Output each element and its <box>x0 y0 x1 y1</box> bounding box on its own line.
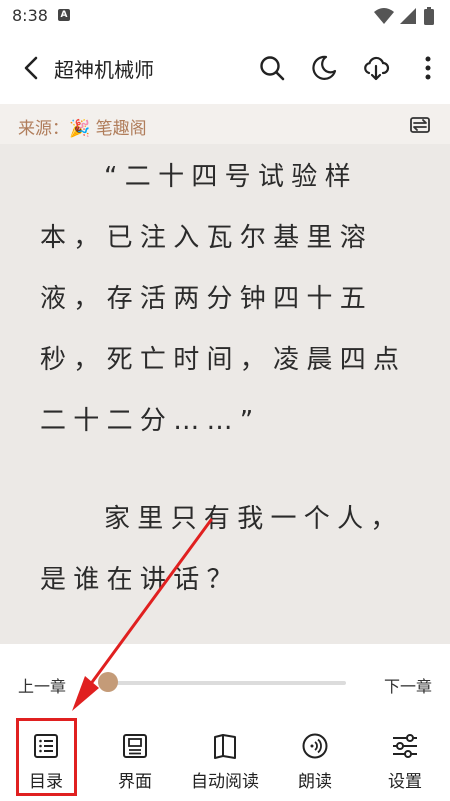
cloud-download-icon[interactable] <box>362 54 390 82</box>
nav-label: 界面 <box>118 772 152 792</box>
paragraph-text: 家里只有我一个人，是谁在讲话？ <box>40 504 404 595</box>
nav-label: 自动阅读 <box>191 772 259 792</box>
next-chapter-button[interactable]: 下一章 <box>384 673 432 697</box>
nav-item-settings[interactable]: 设置 <box>360 716 450 801</box>
paragraph: “二十四号试验样本，已注入瓦尔基里溶液，存活两分钟四十五秒，死亡时间，凌晨四点二… <box>40 147 420 452</box>
read-aloud-icon <box>302 733 328 759</box>
source-label: 来源：🎉 笔趣阁 <box>18 119 147 139</box>
source-bar: 来源：🎉 笔趣阁 <box>0 104 450 144</box>
nav-item-layout[interactable]: 界面 <box>90 716 180 801</box>
nav-item-read-aloud[interactable]: 朗读 <box>270 716 360 801</box>
reader-content[interactable]: “二十四号试验样本，已注入瓦尔基里溶液，存活两分钟四十五秒，死亡时间，凌晨四点二… <box>0 144 450 644</box>
system-status-icons <box>374 7 434 25</box>
progress-thumb[interactable] <box>97 672 118 692</box>
paragraph: 家里只有我一个人，是谁在讲话？ <box>40 489 420 611</box>
paragraph-text: “二十四号试验样本，已注入瓦尔基里溶液，存活两分钟四十五秒，死亡时间，凌晨四点二… <box>40 162 407 436</box>
layout-icon <box>123 734 147 758</box>
nav-item-auto-read[interactable]: 自动阅读 <box>180 716 270 801</box>
status-time: 8:38 <box>12 6 48 25</box>
annotation-highlight-box <box>16 718 77 796</box>
search-icon[interactable] <box>258 54 286 82</box>
more-options-icon[interactable] <box>416 54 440 82</box>
night-mode-icon[interactable] <box>310 54 338 82</box>
status-bar: 8:38 A <box>0 0 450 32</box>
signal-icon <box>400 8 416 24</box>
app-bar: 超神机械师 <box>0 32 450 104</box>
wifi-icon <box>374 8 394 24</box>
progress-track[interactable] <box>98 681 346 685</box>
book-open-icon <box>214 734 236 759</box>
notification-icon: A <box>58 9 70 21</box>
chapter-progress-bar: 上一章 下一章 <box>0 644 450 716</box>
battery-icon <box>424 9 434 25</box>
sliders-icon <box>393 734 417 758</box>
book-title: 超神机械师 <box>54 58 154 82</box>
prev-chapter-button[interactable]: 上一章 <box>18 673 66 697</box>
switch-source-icon[interactable] <box>408 113 432 137</box>
nav-label: 设置 <box>388 772 422 792</box>
nav-label: 朗读 <box>298 772 332 792</box>
back-arrow-icon[interactable] <box>18 54 44 82</box>
